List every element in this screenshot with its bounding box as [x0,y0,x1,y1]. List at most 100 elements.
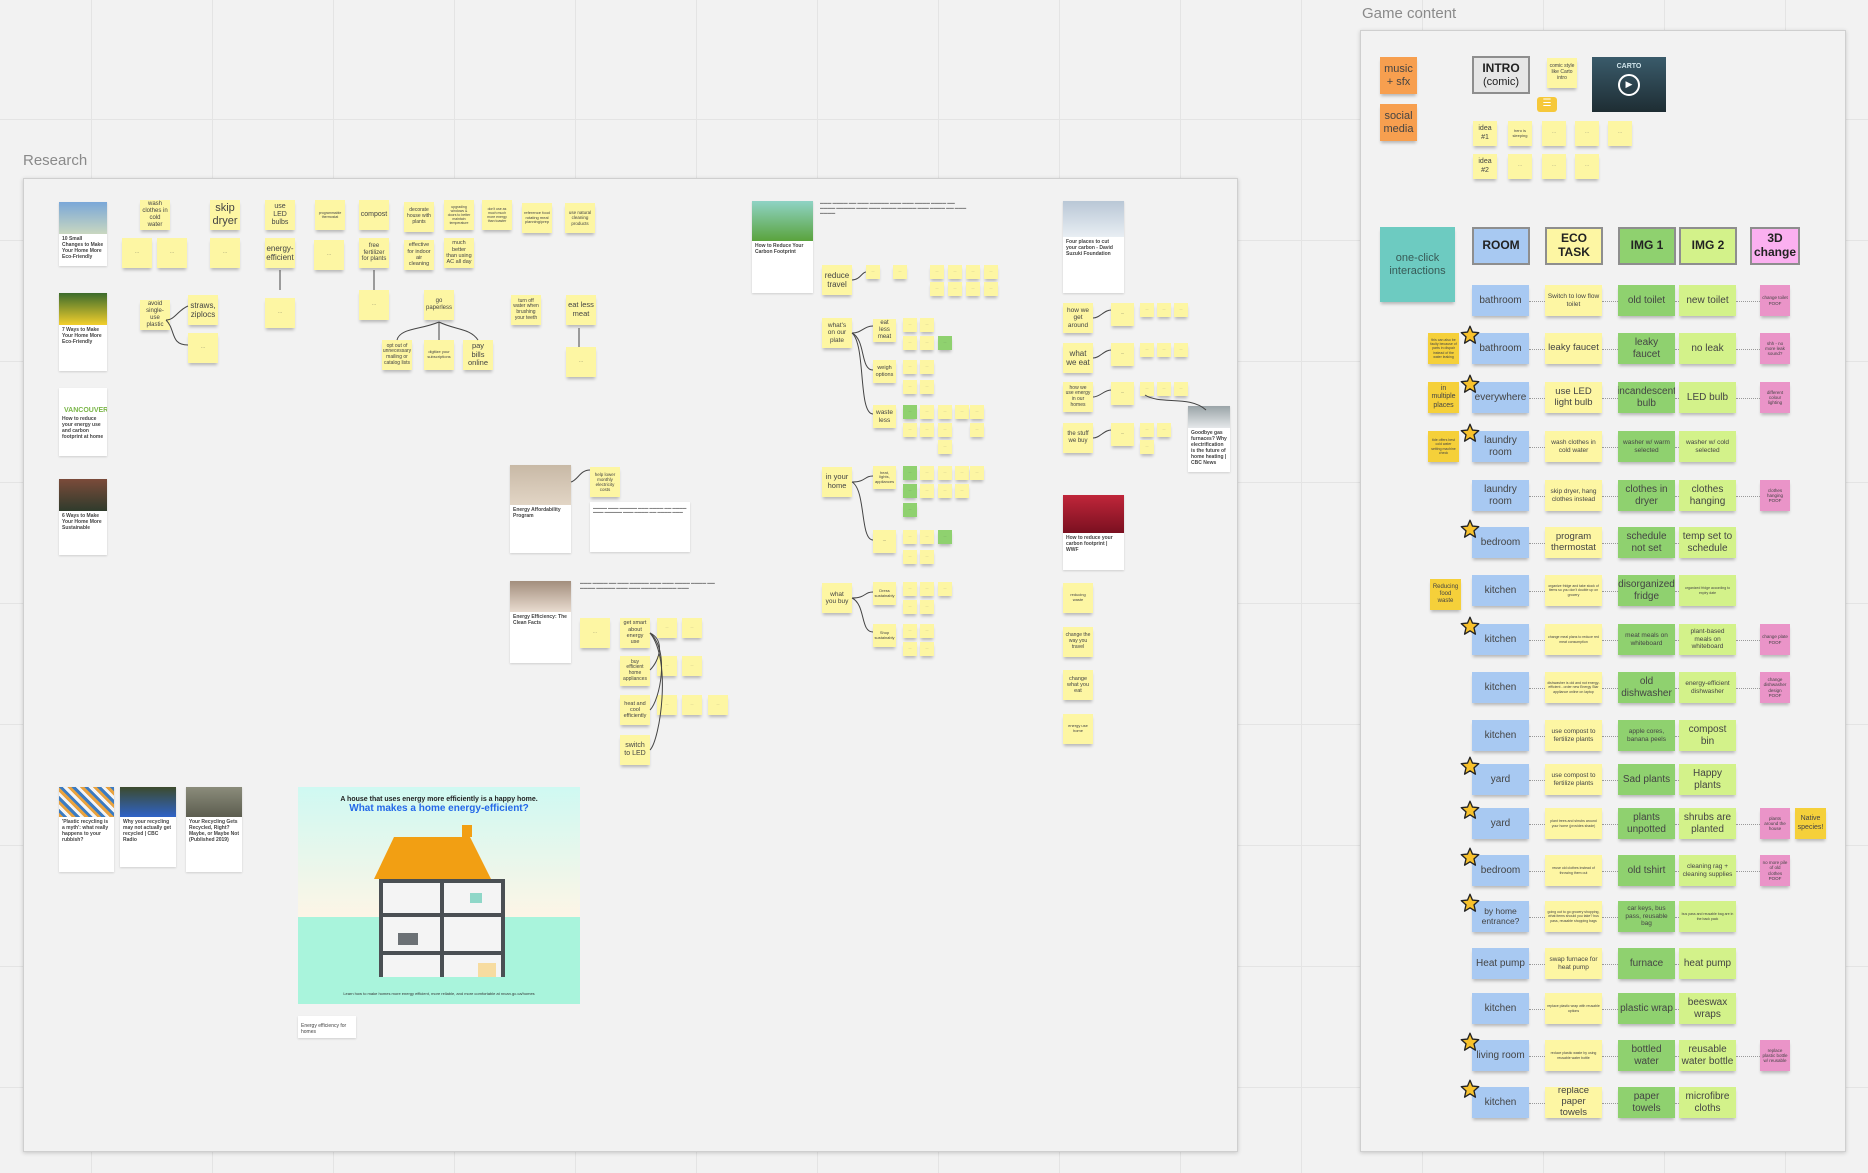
research-detail-sticky[interactable]: ··· [920,318,934,332]
research-detail-sticky[interactable]: ··· [920,550,934,564]
research-sticky[interactable]: wash clothes in cold water [140,200,170,230]
research-detail-sticky[interactable]: ··· [920,582,934,596]
room-sticky[interactable]: bathroom [1472,333,1529,364]
research-detail-sticky[interactable]: ··· [903,530,917,544]
link-card[interactable]: How to reduce your carbon footprint | WW… [1063,495,1124,570]
research-detail-sticky[interactable]: ··· [903,600,917,614]
research-detail-sticky[interactable]: ··· [920,360,934,374]
sticky-comic-style-note[interactable]: comic style like Carto intro [1547,58,1577,88]
research-detail-sticky[interactable]: ··· [682,618,702,638]
img2-sticky[interactable]: temp set to schedule [1679,527,1736,558]
sticky-idea2-step[interactable]: ··· [1542,154,1566,179]
img2-sticky[interactable]: LED bulb [1679,382,1736,413]
room-sticky[interactable]: everywhere [1472,382,1529,413]
room-sticky[interactable]: Heat pump [1472,948,1529,979]
research-detail-sticky[interactable]: ··· [1174,382,1188,396]
room-sticky[interactable]: bedroom [1472,527,1529,558]
research-detail-sticky[interactable]: ··· [903,550,917,564]
link-card[interactable]: Energy Efficiency: The Clean Facts [510,581,571,663]
research-detail-sticky[interactable]: ··· [580,618,610,648]
eco-task-sticky[interactable]: Switch to low flow toilet [1545,285,1602,316]
img1-sticky[interactable]: incandescent bulb [1618,382,1675,413]
research-detail-sticky[interactable]: ··· [1174,343,1188,357]
research-detail-sticky[interactable]: ··· [903,405,917,419]
side-note[interactable]: Reducing food waste [1430,579,1461,610]
research-topic-sticky[interactable]: reducing waste [1063,583,1093,613]
link-card[interactable]: Why your recycling may not actually get … [120,787,176,867]
img2-sticky[interactable]: clothes hanging [1679,480,1736,511]
research-sticky[interactable]: ··· [210,238,240,268]
img1-sticky[interactable]: leaky faucet [1618,333,1675,364]
img1-sticky[interactable]: old toilet [1618,285,1675,316]
research-detail-sticky[interactable]: ··· [938,423,952,437]
research-detail-sticky[interactable]: ··· [873,530,896,553]
change-3d-sticky[interactable]: replace plastic bottle w/ reusable [1760,1040,1790,1071]
research-detail-sticky[interactable]: ··· [948,265,962,279]
research-topic-sticky[interactable]: reduce travel [822,265,852,295]
change-3d-sticky[interactable]: different colour lighting [1760,382,1790,413]
research-sticky[interactable]: ··· [122,238,152,268]
research-topic-sticky[interactable]: get smart about energy use [620,618,650,648]
room-sticky[interactable]: yard [1472,808,1529,839]
research-detail-sticky[interactable]: ··· [1157,343,1171,357]
research-detail-sticky[interactable]: ··· [970,466,984,480]
research-detail-sticky[interactable]: ··· [920,530,934,544]
research-detail-sticky[interactable]: ··· [1140,343,1154,357]
link-card[interactable]: 7 Ways to Make Your Home More Eco-Friend… [59,293,107,371]
research-detail-sticky[interactable]: ··· [955,484,969,498]
img1-sticky[interactable]: washer w/ warm selected [1618,431,1675,462]
sticky-idea1-step[interactable]: ··· [1575,121,1599,146]
research-sticky[interactable]: reference food rotating meal planning/pr… [522,203,552,233]
research-sticky[interactable]: ··· [265,298,295,328]
change-3d-sticky[interactable]: change dishwasher design POOF [1760,672,1790,703]
img1-sticky[interactable]: meat meals on whiteboard [1618,624,1675,655]
research-detail-sticky[interactable]: ··· [903,624,917,638]
research-topic-sticky[interactable]: what we eat [1063,343,1093,373]
img2-sticky[interactable]: no leak [1679,333,1736,364]
room-sticky[interactable]: kitchen [1472,720,1529,751]
research-detail-sticky[interactable]: ··· [920,600,934,614]
research-detail-sticky[interactable]: ··· [903,582,917,596]
link-card[interactable]: Goodbye gas furnaces? Why electrificatio… [1188,406,1230,472]
research-detail-sticky[interactable]: ··· [1140,303,1154,317]
link-card[interactable]: 6 Ways to Make Your Home More Sustainabl… [59,479,107,555]
link-card[interactable]: VANCOUVER How to reduce your energy use … [59,388,107,456]
room-sticky[interactable]: by home entrance? [1472,901,1529,932]
change-3d-sticky[interactable]: no more pile of old clothes POOF [1760,855,1790,886]
link-card[interactable]: How to Reduce Your Carbon Footprint [752,201,813,293]
eco-task-sticky[interactable]: use compost to fertilize plants [1545,764,1602,795]
research-topic-sticky[interactable]: what you buy [822,583,852,613]
research-detail-sticky[interactable]: ··· [920,642,934,656]
research-sticky[interactable]: free fertilizer for plants [359,238,389,268]
eco-task-sticky[interactable]: organize fridge and take stock of items … [1545,575,1602,606]
img1-sticky[interactable]: car keys, bus pass, reusable bag [1618,901,1675,932]
research-topic-sticky[interactable]: change what you eat [1063,670,1093,700]
research-topic-sticky[interactable]: waste less [873,405,896,428]
img1-sticky[interactable]: old tshirt [1618,855,1675,886]
research-detail-sticky[interactable]: ··· [955,466,969,480]
research-detail-sticky[interactable]: ··· [938,440,952,454]
research-detail-sticky[interactable]: ··· [1157,303,1171,317]
research-detail-sticky[interactable]: ··· [920,336,934,350]
img1-sticky[interactable]: plastic wrap [1618,993,1675,1024]
img2-sticky[interactable]: cleaning rag + cleaning supplies [1679,855,1736,886]
research-detail-sticky[interactable]: ··· [920,624,934,638]
sticky-idea-1[interactable]: idea #1 [1473,121,1497,146]
research-topic-sticky[interactable]: change the way you travel [1063,627,1093,657]
research-detail-sticky[interactable]: ··· [903,503,917,517]
research-detail-sticky[interactable]: ··· [984,265,998,279]
research-sticky[interactable]: use natural cleaning products [565,203,595,233]
research-sticky[interactable]: turn off water when brushing your teeth [511,295,541,325]
room-sticky[interactable]: laundry room [1472,480,1529,511]
research-detail-sticky[interactable]: ··· [1140,382,1154,396]
research-detail-sticky[interactable]: ··· [1157,423,1171,437]
research-detail-sticky[interactable]: ··· [682,695,702,715]
research-sticky[interactable]: eat less meat [566,295,596,325]
eco-task-sticky[interactable]: wash clothes in cold water [1545,431,1602,462]
link-card[interactable]: Four places to cut your carbon - David S… [1063,201,1124,293]
side-note[interactable]: this can also be faulty because of parts… [1428,333,1459,364]
research-sticky[interactable]: decorate house with plants [404,202,434,232]
eco-task-sticky[interactable]: dishwasher is old and not energy-efficie… [1545,672,1602,703]
img1-sticky[interactable]: furnace [1618,948,1675,979]
research-topic-sticky[interactable]: Shop sustainably [873,624,896,647]
